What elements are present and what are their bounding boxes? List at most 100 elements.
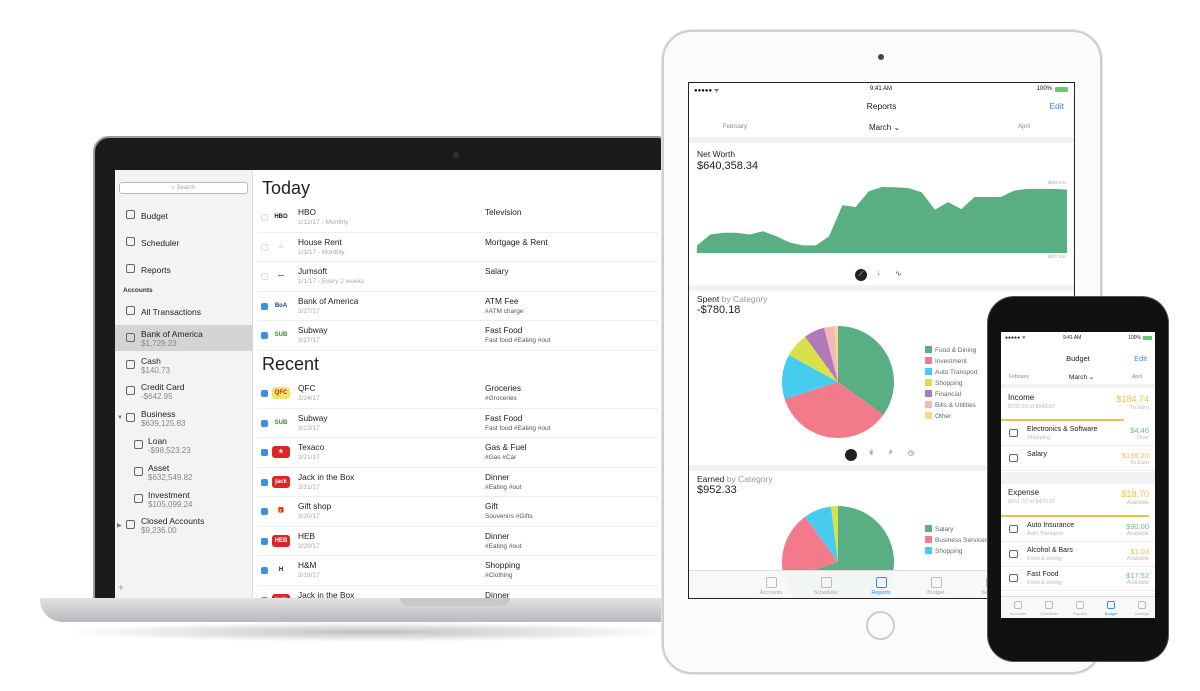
tab-accounts[interactable]: Accounts <box>1003 601 1033 616</box>
sidebar-account-bank-of-america[interactable]: Bank of America $1,729.23 <box>115 324 253 351</box>
legend-swatch <box>925 536 932 543</box>
tab-scheduler[interactable]: Scheduler <box>806 577 846 596</box>
ipad-home-button[interactable] <box>866 611 895 640</box>
status-time: 9:41 AM <box>870 86 893 92</box>
next-month[interactable]: April <box>1018 124 1030 130</box>
transaction-date: 3/20/17 <box>298 513 320 520</box>
payee-logo-icon: ★ <box>272 446 290 458</box>
budget-item[interactable]: Auto Insurance Auto Transport $90.00 Availa… <box>1001 518 1155 542</box>
sidebar-account-credit-card[interactable]: Credit Card -$642.95 <box>115 378 253 404</box>
cleared-checkbox[interactable] <box>261 214 268 221</box>
line-chart-toggle-icon[interactable]: ⟋ <box>855 269 867 281</box>
add-account-button[interactable]: + <box>118 583 124 594</box>
sidebar-account-loan[interactable]: Loan -$98,523.23 <box>115 432 253 458</box>
cleared-checkbox[interactable] <box>261 273 268 280</box>
sidebar-item-reports[interactable]: Reports <box>115 256 253 282</box>
budget-item[interactable]: Fast Food Food & Dining $17.52 Available <box>1001 567 1155 591</box>
income-label: Income <box>1008 393 1035 402</box>
month-selector[interactable]: March ⌄ <box>869 123 900 132</box>
payee-logo-icon: ⌂ <box>272 240 290 253</box>
transaction-row[interactable]: H H&M 3/19/17 Shopping #Clothing <box>258 556 658 586</box>
legend-swatch <box>925 346 932 353</box>
budget-item[interactable]: Electronics & Software Shopping $4.46 Over <box>1001 422 1155 446</box>
cleared-checkbox[interactable] <box>261 302 268 310</box>
transaction-tags: Fast food #Eating #out <box>485 337 551 344</box>
account-name: Loan <box>148 436 167 446</box>
tab-budget[interactable]: Budget <box>1096 601 1126 616</box>
disclosure-closed-icon[interactable]: ▶ <box>117 522 122 529</box>
tab-scheduler[interactable]: Scheduler <box>1034 601 1064 616</box>
sidebar-account-cash[interactable]: Cash $140.73 <box>115 352 253 378</box>
transaction-row[interactable]: 🎁 Gift shop 3/20/17 Gift Souvenirs #Gifts <box>258 497 658 527</box>
trend-icon[interactable]: ∿ <box>895 269 902 278</box>
legend-item: Shopping <box>925 547 962 555</box>
transaction-row[interactable]: ★ Texaco 3/21/17 Gas & Fuel #Gas #Car <box>258 438 658 468</box>
cleared-checkbox[interactable] <box>261 567 268 574</box>
tab-settings[interactable]: Settings <box>1127 601 1155 616</box>
legend-swatch <box>925 390 932 397</box>
hashtag-icon[interactable]: # <box>889 450 892 456</box>
transaction-category: Salary <box>485 266 509 276</box>
cleared-checkbox[interactable] <box>261 508 268 515</box>
next-month[interactable]: April <box>1132 374 1142 380</box>
sidebar-account-business[interactable]: ▼ Business $639,125.83 <box>115 405 253 431</box>
account-name: Cash <box>141 355 161 366</box>
sidebar-item-scheduler[interactable]: Scheduler <box>115 229 253 255</box>
transaction-row[interactable]: QFC QFC 3/24/17 Groceries #Groceries <box>258 379 658 409</box>
sidebar-account-asset[interactable]: Asset $632,549.82 <box>115 459 253 485</box>
budget-item[interactable]: Salary $189.20 To Earn <box>1001 447 1155 471</box>
sidebar-account-closed-accounts[interactable]: ▶ Closed Accounts $9,236.00 <box>115 512 253 538</box>
tab-reports[interactable]: Reports <box>1065 601 1095 616</box>
clock-icon[interactable]: ◷ <box>908 449 914 457</box>
transaction-name: Subway <box>298 412 328 423</box>
disclosure-open-icon[interactable]: ▼ <box>117 415 123 421</box>
payee-logo-icon: SUB <box>272 416 290 429</box>
payee-logo-icon: jack <box>272 475 290 488</box>
cleared-checkbox[interactable] <box>261 478 268 486</box>
edit-button[interactable]: Edit <box>1134 354 1147 363</box>
tab-accounts[interactable]: Accounts <box>751 577 791 596</box>
search-input[interactable]: ⌕ Search <box>119 182 248 194</box>
transaction-row[interactable]: BoA Bank of America 3/27/17 ATM Fee #ATM cha… <box>258 292 658 321</box>
transaction-row[interactable]: HEB HEB 3/20/17 Dinner #Eating #out <box>258 527 658 556</box>
cleared-checkbox[interactable] <box>261 449 268 456</box>
income-summary[interactable]: Income $760.93 of $945.67 $184.74 To Ear… <box>1001 390 1155 420</box>
transaction-row[interactable]: jackJack in the BoxDinner <box>258 586 658 598</box>
prev-month[interactable]: February <box>1009 374 1029 380</box>
sidebar-item-budget[interactable]: Budget <box>115 202 253 228</box>
tab-reports[interactable]: Reports <box>861 577 901 596</box>
item-status: Available <box>1126 555 1149 562</box>
edit-button[interactable]: Edit <box>1049 101 1064 111</box>
cleared-checkbox[interactable] <box>261 537 268 545</box>
transaction-row[interactable]: jack Jack in the Box 3/21/17 Dinner #Eating … <box>258 468 658 497</box>
transaction-date: 1/12/17 - Monthly <box>298 219 349 226</box>
payee-icon[interactable]: ꆜ <box>869 450 874 457</box>
transaction-tags: #ATM charge <box>485 307 524 315</box>
cleared-checkbox[interactable] <box>261 243 268 251</box>
transaction-name: House Rent <box>298 236 342 247</box>
sidebar-account-all-transactions[interactable]: All Transactions <box>115 298 253 324</box>
transaction-row[interactable]: — Jumsoft 1/1/17 - Every 2 weeks Salary <box>258 262 658 292</box>
tab-budget[interactable]: Budget <box>916 577 956 596</box>
cleared-checkbox[interactable] <box>261 419 268 427</box>
expense-summary[interactable]: Expense $451.37 of $470.07 $18.70 Availa… <box>1001 485 1155 515</box>
account-balance: -$642.95 <box>141 392 173 402</box>
ipad-camera <box>878 54 884 60</box>
cleared-checkbox[interactable] <box>261 332 268 339</box>
arrow-down-icon[interactable]: ↓ <box>877 270 881 277</box>
budget-item[interactable]: Alcohol & Bars Food & Dining $1.03 Availabl… <box>1001 543 1155 567</box>
category-toggle-icon[interactable] <box>845 449 857 461</box>
divider <box>1001 384 1155 388</box>
transaction-category: Shopping <box>485 560 521 570</box>
by-category-label: by Category <box>721 294 768 304</box>
transaction-row[interactable]: ⌂ House Rent 1/3/17 - Monthly Mortgage & Re… <box>258 233 658 262</box>
sidebar-account-investment[interactable]: Investment $105,099.24 <box>115 486 253 512</box>
transaction-row[interactable]: SUB Subway 3/23/17 Fast Food Fast food #Eati… <box>258 409 658 438</box>
transaction-row[interactable]: SUB Subway 3/27/17 Fast Food Fast food #Eati… <box>258 321 658 351</box>
transaction-row[interactable]: HBO HBO 1/12/17 - Monthly Television <box>258 203 658 233</box>
prev-month[interactable]: February <box>723 124 747 130</box>
cleared-checkbox[interactable] <box>261 390 268 397</box>
month-selector[interactable]: March ⌄ <box>1069 373 1094 381</box>
category-icon <box>1009 549 1018 558</box>
item-name: Electronics & Software <box>1027 426 1098 433</box>
